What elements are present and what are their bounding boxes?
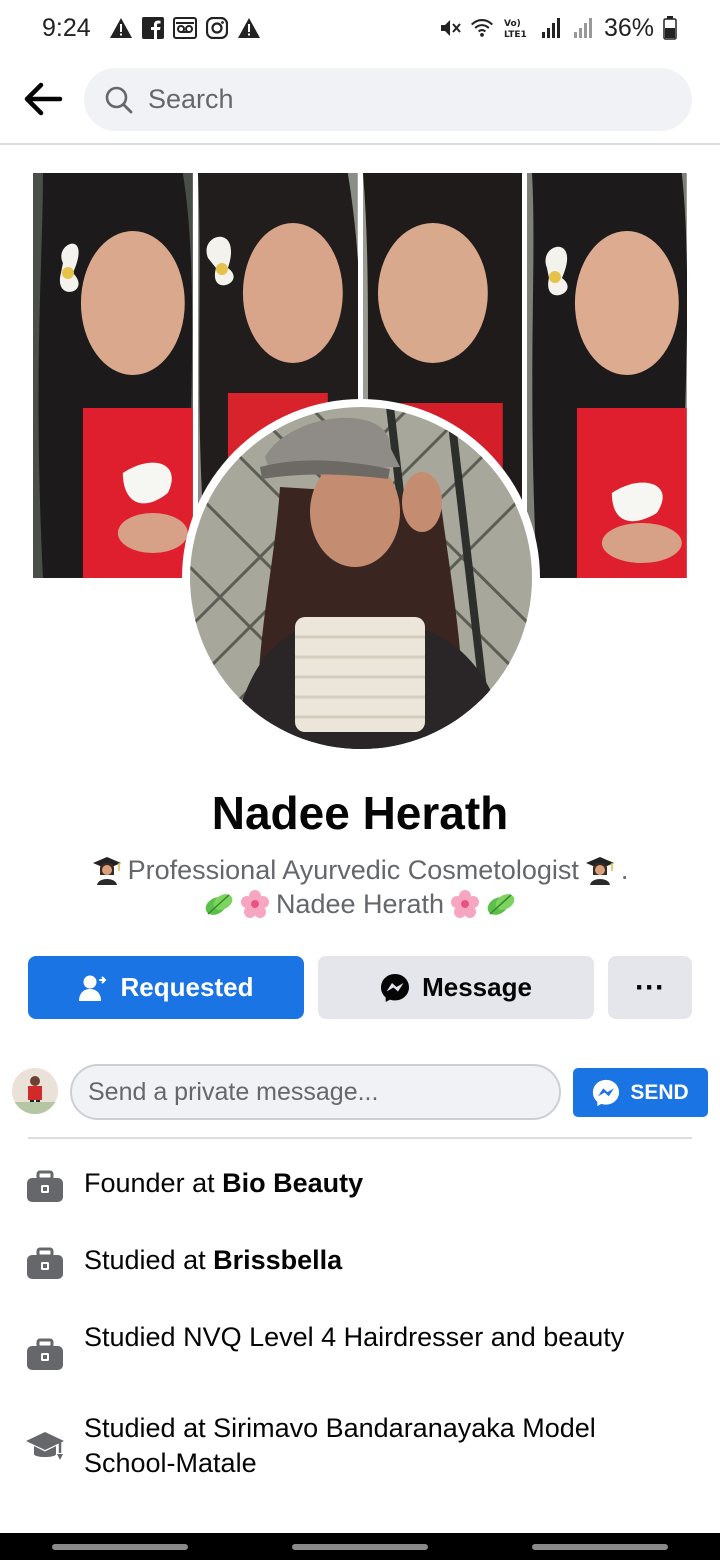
volte-icon: Vo) LTE1 [502,16,532,40]
profile-name: Nadee Herath [211,787,509,839]
search-input[interactable] [148,84,628,115]
search-bar[interactable] [84,68,692,131]
cover-photo-panel [527,173,687,578]
blossom-emoji-icon [240,889,270,919]
cover-photo-panel [33,173,193,578]
nav-recents-button[interactable] [52,1543,188,1550]
facebook-icon [141,16,165,40]
bio-suffix: . [620,855,629,885]
profile-actions: Requested Message ··· [28,956,692,1019]
messenger-icon [381,973,410,1002]
bio-line-2: Nadee Herath [40,887,680,921]
divider [28,1137,692,1139]
profile-picture[interactable] [190,407,532,749]
profile-bio: Professional Ayurvedic Cosmetologist . N… [40,853,680,921]
voicemail-icon [172,16,197,40]
messenger-icon [593,1079,620,1106]
briefcase-icon [24,1166,66,1208]
nav-back-button[interactable] [532,1543,668,1550]
detail-text: Studied at Brissbella [84,1243,684,1278]
search-icon [105,86,133,113]
detail-text: Studied at Sirimavo Bandaranayaka Model … [84,1411,684,1481]
bio-text-1: Professional Ayurvedic Cosmetologist [127,855,579,885]
private-message-input[interactable] [70,1064,561,1120]
graduate-emoji-icon [585,855,615,885]
detail-item-work[interactable]: Founder at Bio Beauty [24,1166,696,1208]
requested-label: Requested [120,972,254,1002]
message-label: Message [422,972,532,1002]
back-button[interactable] [20,76,66,122]
wifi-icon [470,16,494,40]
detail-text: Founder at Bio Beauty [84,1166,684,1201]
detail-item-education[interactable]: Studied NVQ Level 4 Hairdresser and beau… [24,1320,696,1376]
detail-prefix: Studied NVQ Level 4 Hairdresser and beau… [84,1322,625,1352]
send-button[interactable]: SEND [573,1068,708,1117]
more-options-button[interactable]: ··· [608,956,692,1019]
detail-text: Studied NVQ Level 4 Hairdresser and beau… [84,1320,684,1355]
battery-icon [662,16,678,40]
friend-request-icon [78,975,106,1001]
graduation-cap-icon [24,1425,66,1467]
system-nav-bar [0,1533,720,1560]
detail-prefix: Studied at [84,1245,214,1275]
send-label: SEND [630,1080,689,1104]
private-message-row: SEND [12,1064,708,1122]
status-time: 9:24 [42,13,91,42]
my-avatar[interactable] [12,1068,58,1114]
bio-line-1: Professional Ayurvedic Cosmetologist . [40,853,680,887]
detail-item-education[interactable]: Studied at Brissbella [24,1243,696,1285]
bio-text-2: Nadee Herath [275,889,445,919]
graduate-emoji-icon [92,855,122,885]
back-arrow-icon [24,82,63,116]
signal-icon [540,16,564,40]
warning-icon [237,16,261,40]
svg-text:Vo): Vo) [504,19,521,29]
detail-link[interactable]: Brissbella [213,1245,342,1275]
profile-details: Founder at Bio Beauty Studied at Brissbe… [24,1166,696,1516]
briefcase-icon [24,1243,66,1285]
message-button[interactable]: Message [318,956,594,1019]
herb-emoji-icon [486,889,516,919]
status-bar: 9:24 Vo) LTE1 36% [0,0,720,56]
detail-prefix: Founder at [84,1168,223,1198]
detail-item-school[interactable]: Studied at Sirimavo Bandaranayaka Model … [24,1411,696,1481]
instagram-icon [205,16,229,40]
svg-text:LTE1: LTE1 [504,30,527,40]
nav-home-button[interactable] [292,1543,428,1550]
search-header [0,56,720,145]
mute-icon [438,16,462,40]
warning-icon [109,16,133,40]
detail-link[interactable]: Bio Beauty [222,1168,363,1198]
battery-percent: 36% [603,13,654,42]
blossom-emoji-icon [450,889,480,919]
briefcase-icon [24,1334,66,1376]
more-options-icon: ··· [635,970,665,1004]
requested-button[interactable]: Requested [28,956,304,1019]
signal-icon [572,16,596,40]
detail-prefix: Studied at Sirimavo Bandaranayaka Model … [84,1413,596,1478]
herb-emoji-icon [204,889,234,919]
